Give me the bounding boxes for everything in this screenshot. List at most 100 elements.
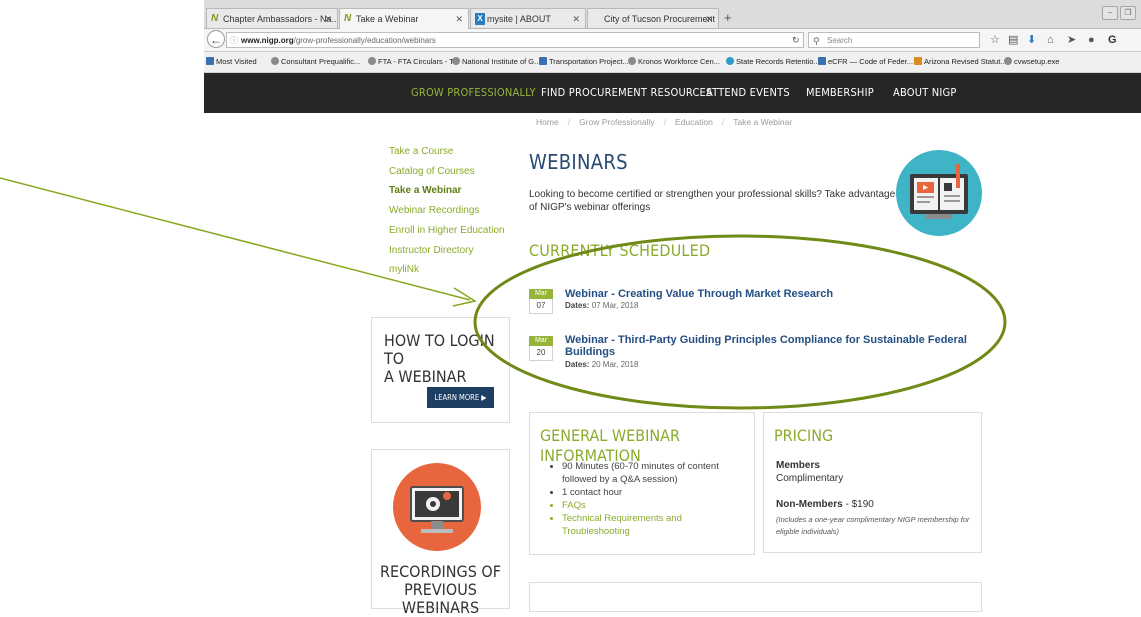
bookmark-item[interactable]: State Records Retentio... bbox=[726, 52, 820, 72]
breadcrumb-current: Take a Webinar bbox=[733, 117, 793, 127]
members-label: Members bbox=[776, 460, 820, 471]
recordings-box-title[interactable]: RECORDINGS OF PREVIOUS WEBINARS bbox=[372, 563, 509, 617]
page-title: WEBINARS bbox=[529, 150, 628, 174]
event-dates-value: 20 Mar, 2018 bbox=[591, 360, 639, 369]
bookmark-item[interactable]: cvwsetup.exe bbox=[1004, 52, 1059, 72]
non-members-price: Non-Members - $190 bbox=[776, 499, 874, 510]
close-icon[interactable]: ✕ bbox=[455, 9, 463, 29]
event-dates: Dates: 20 Mar, 2018 bbox=[565, 360, 638, 369]
search-input[interactable]: ⚲ Search bbox=[808, 32, 980, 48]
recordings-box: RECORDINGS OF PREVIOUS WEBINARS bbox=[371, 449, 510, 617]
currently-scheduled-heading: CURRENTLY SCHEDULED bbox=[529, 241, 711, 260]
address-bar[interactable]: ⓘ www.nigp.org/grow-professionally/educa… bbox=[226, 32, 804, 48]
sidebar-item-instructor-directory[interactable]: Instructor Directory bbox=[389, 241, 519, 261]
sidebar-item-enroll-higher-education[interactable]: Enroll in Higher Education bbox=[389, 221, 519, 241]
bookmark-label: eCFR — Code of Feder... bbox=[828, 57, 914, 66]
webinar-book-icon bbox=[896, 150, 982, 236]
back-arrow-icon[interactable]: ← bbox=[207, 30, 225, 48]
nigp-favicon: N bbox=[211, 13, 219, 24]
annotation-arrow-head bbox=[452, 287, 477, 307]
download-icon[interactable]: ⬇ bbox=[1027, 32, 1036, 48]
search-icon: ⚲ bbox=[813, 36, 820, 46]
bookmark-star-icon[interactable]: ☆ bbox=[990, 32, 1000, 48]
extension-icon[interactable]: ● bbox=[1088, 32, 1095, 48]
sidebar-nav: Take a Course Catalog of Courses Take a … bbox=[389, 142, 519, 280]
info-icon[interactable]: ⓘ bbox=[230, 33, 238, 49]
bookmark-item[interactable]: FTA - FTA Circulars - T... bbox=[368, 52, 459, 72]
event-title-link[interactable]: Webinar - Creating Value Through Market … bbox=[565, 288, 833, 300]
sidebar-item-catalog-of-courses[interactable]: Catalog of Courses bbox=[389, 162, 519, 182]
event-month: Mar bbox=[529, 336, 553, 346]
bookmark-item[interactable]: eCFR — Code of Feder... bbox=[818, 52, 913, 72]
reload-icon[interactable]: ↻ bbox=[792, 32, 800, 48]
recordings-title-line2: PREVIOUS WEBINARS bbox=[401, 580, 480, 617]
non-members-label: Non-Members bbox=[776, 499, 843, 510]
reading-list-icon[interactable]: ▤ bbox=[1008, 32, 1018, 48]
nav-find-procurement-resources[interactable]: FIND PROCUREMENT RESOURCES bbox=[541, 73, 713, 113]
event-title-link[interactable]: Webinar - Third-Party Guiding Principles… bbox=[565, 334, 967, 358]
menu-icon[interactable]: G bbox=[1108, 32, 1117, 48]
login-help-box: HOW TO LOGIN TO A WEBINAR LEARN MORE ▶ bbox=[371, 317, 510, 423]
bookmark-item[interactable]: Kronos Workforce Cen... bbox=[628, 52, 720, 72]
bookmark-label: Arizona Revised Statut... bbox=[924, 57, 1007, 66]
sidebar-item-take-a-webinar[interactable]: Take a Webinar bbox=[389, 181, 519, 201]
bookmark-item[interactable]: Consultant Prequalific... bbox=[271, 52, 360, 72]
nav-membership[interactable]: MEMBERSHIP bbox=[806, 73, 874, 113]
nav-attend-events[interactable]: ATTEND EVENTS bbox=[706, 73, 790, 113]
restore-icon[interactable]: ❐ bbox=[1120, 6, 1136, 20]
minimize-icon[interactable]: – bbox=[1102, 6, 1118, 20]
breadcrumb-education[interactable]: Education bbox=[675, 117, 713, 127]
event-day: 07 bbox=[529, 299, 553, 314]
bookmark-label: National Institute of G... bbox=[462, 57, 541, 66]
globe-icon bbox=[452, 57, 460, 65]
globe-icon bbox=[271, 57, 279, 65]
breadcrumb-home[interactable]: Home bbox=[536, 117, 559, 127]
bookmarks-toolbar: Most Visited Consultant Prequalific... F… bbox=[204, 52, 1141, 73]
event-title-line2: Buildings bbox=[565, 346, 616, 358]
globe-icon bbox=[1004, 57, 1012, 65]
sidebar-item-webinar-recordings[interactable]: Webinar Recordings bbox=[389, 201, 519, 221]
bookmark-item[interactable]: Most Visited bbox=[206, 52, 257, 72]
pocket-send-icon[interactable]: ➤ bbox=[1067, 32, 1076, 48]
general-info-list: 90 Minutes (60-70 minutes of content fol… bbox=[550, 460, 752, 538]
search-placeholder: Search bbox=[827, 36, 853, 45]
breadcrumb: Home / Grow Professionally / Education / Take … bbox=[536, 117, 792, 127]
bookmark-item[interactable]: Arizona Revised Statut... bbox=[914, 52, 1007, 72]
browser-tab-2[interactable]: N Take a Webinar ✕ bbox=[339, 8, 469, 29]
tab-title: mysite | ABOUT bbox=[487, 14, 551, 24]
bookmark-item[interactable]: National Institute of G... bbox=[452, 52, 540, 72]
home-icon[interactable]: ⌂ bbox=[1047, 32, 1054, 48]
breadcrumb-grow-professionally[interactable]: Grow Professionally bbox=[579, 117, 655, 127]
nav-about-nigp[interactable]: ABOUT NIGP bbox=[893, 73, 957, 113]
bookmark-item[interactable]: Transportation Project... bbox=[539, 52, 629, 72]
close-icon[interactable]: ✕ bbox=[572, 9, 580, 28]
browser-tab-3[interactable]: X mysite | ABOUT ✕ bbox=[470, 8, 586, 28]
event-title-line1: Webinar - Creating Value Through Market … bbox=[565, 288, 834, 300]
bookmark-icon bbox=[539, 57, 547, 65]
faqs-link[interactable]: FAQs bbox=[562, 499, 752, 512]
event-day: 20 bbox=[529, 346, 553, 361]
general-info-panel: GENERAL WEBINAR INFORMATION 90 Minutes (… bbox=[529, 412, 755, 555]
technical-requirements-link[interactable]: Technical Requirements and Troubleshooti… bbox=[562, 512, 752, 538]
browser-chrome: N Chapter Ambassadors - Na... ✕ N Take a… bbox=[204, 0, 1141, 73]
close-icon[interactable]: ✕ bbox=[705, 9, 713, 28]
tab-strip: N Chapter Ambassadors - Na... ✕ N Take a… bbox=[204, 0, 1141, 29]
tab-title: City of Tucson Procurement Site bbox=[604, 14, 718, 24]
learn-more-label: LEARN MORE bbox=[434, 393, 480, 402]
membership-note: (Includes a one-year complimentary NIGP … bbox=[776, 515, 970, 536]
sidebar-item-take-a-course[interactable]: Take a Course bbox=[389, 142, 519, 162]
annotation-ellipse bbox=[473, 234, 1007, 410]
learn-more-button[interactable]: LEARN MORE ▶ bbox=[427, 387, 494, 408]
login-box-title: HOW TO LOGIN TO A WEBINAR bbox=[384, 332, 509, 386]
nigp-favicon: N bbox=[344, 13, 352, 24]
bookmark-label: cvwsetup.exe bbox=[1014, 57, 1060, 66]
bookmark-label: State Records Retentio... bbox=[736, 57, 820, 66]
browser-tab-4[interactable]: City of Tucson Procurement Site ✕ bbox=[587, 8, 719, 28]
nav-grow-professionally[interactable]: GROW PROFESSIONALLY bbox=[411, 73, 536, 113]
non-members-value: - $190 bbox=[845, 499, 874, 510]
bookmark-label: FTA - FTA Circulars - T... bbox=[378, 57, 460, 66]
browser-tab-1[interactable]: N Chapter Ambassadors - Na... ✕ bbox=[206, 8, 338, 28]
new-tab-icon[interactable]: + bbox=[724, 9, 732, 27]
close-icon[interactable]: ✕ bbox=[324, 9, 332, 28]
sidebar-item-mylink[interactable]: myliNk bbox=[389, 260, 519, 280]
